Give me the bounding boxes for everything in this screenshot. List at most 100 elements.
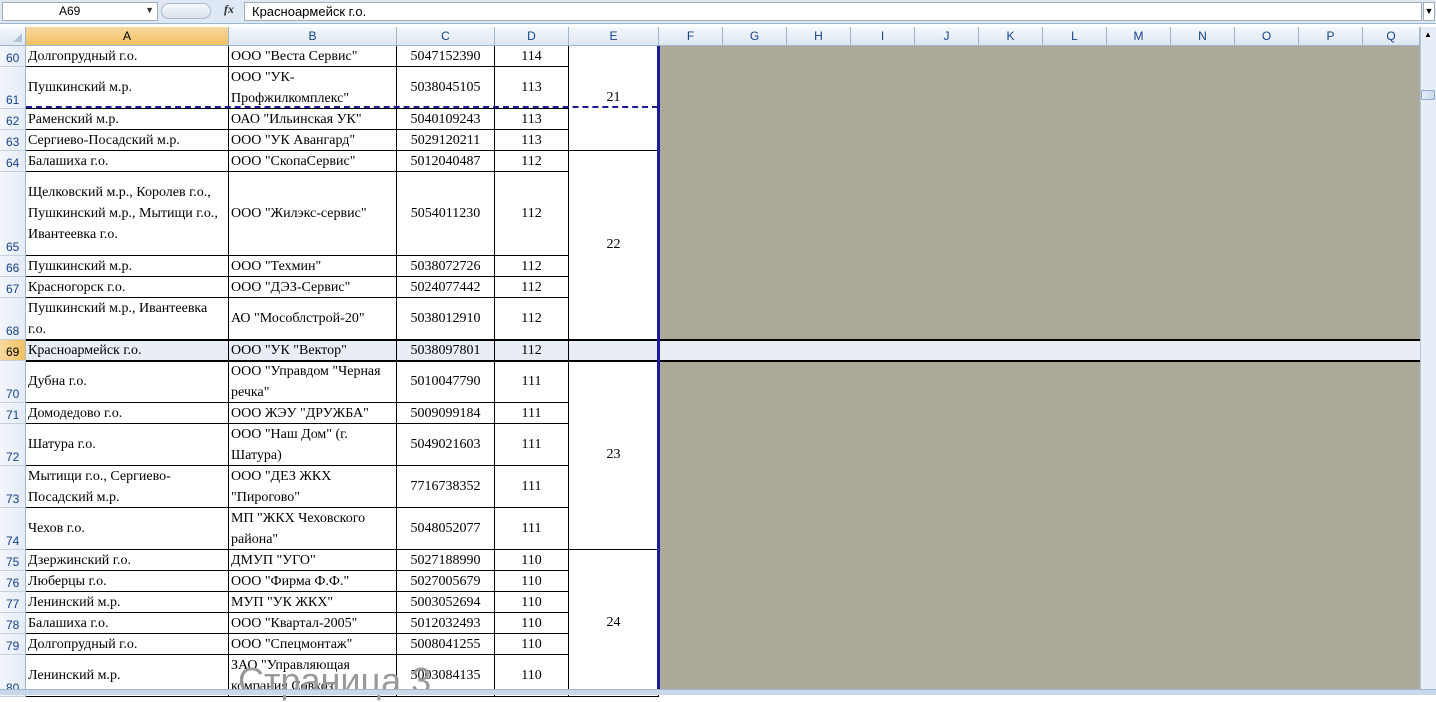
cell-d63[interactable]: 113 [495,130,569,151]
column-header-i[interactable]: I [851,27,915,46]
vertical-scrollbar[interactable] [1420,27,1436,689]
row-header-72[interactable]: 72 [0,424,26,466]
cell-d69[interactable]: 112 [495,340,569,361]
cell-c69[interactable]: 5038097801 [397,340,495,361]
cell-a75[interactable]: Дзержинский г.о. [26,550,229,571]
cell-c61[interactable]: 5038045105 [397,67,495,109]
cell-c68[interactable]: 5038012910 [397,298,495,340]
cell-b65[interactable]: ООО "Жилэкс-сервис" [229,172,397,256]
column-header-d[interactable]: D [495,27,569,46]
row-header-65[interactable]: 65 [0,172,26,256]
cell-a72[interactable]: Шатура г.о. [26,424,229,466]
column-header-q[interactable]: Q [1363,27,1420,46]
cell-b62[interactable]: ОАО "Ильинская УК" [229,109,397,130]
cell-c62[interactable]: 5040109243 [397,109,495,130]
row-header-78[interactable]: 78 [0,613,26,634]
cell-d66[interactable]: 112 [495,256,569,277]
cell-b68[interactable]: АО "Мособлстрой-20" [229,298,397,340]
cell-b71[interactable]: ООО ЖЭУ "ДРУЖБА" [229,403,397,424]
row-header-61[interactable]: 61 [0,67,26,109]
cell-d72[interactable]: 111 [495,424,569,466]
cell-c65[interactable]: 5054011230 [397,172,495,256]
cell-d71[interactable]: 111 [495,403,569,424]
row-header-79[interactable]: 79 [0,634,26,655]
cell-c79[interactable]: 5008041255 [397,634,495,655]
cell-a64[interactable]: Балашиха г.о. [26,151,229,172]
cell-b64[interactable]: ООО "СкопаСервис" [229,151,397,172]
cell-d61[interactable]: 113 [495,67,569,109]
cell-a77[interactable]: Ленинский м.р. [26,592,229,613]
cell-c63[interactable]: 5029120211 [397,130,495,151]
row-header-69[interactable]: 69 [0,340,26,361]
cell-c64[interactable]: 5012040487 [397,151,495,172]
cell-a60[interactable]: Долгопрудный г.о. [26,46,229,67]
cell-d77[interactable]: 110 [495,592,569,613]
cell-c72[interactable]: 5049021603 [397,424,495,466]
cell-b75[interactable]: ДМУП "УГО" [229,550,397,571]
cell-d64[interactable]: 112 [495,151,569,172]
row-header-73[interactable]: 73 [0,466,26,508]
column-header-l[interactable]: L [1043,27,1107,46]
cell-b78[interactable]: ООО "Квартал-2005" [229,613,397,634]
cell-b73[interactable]: ООО "ДЕЗ ЖКХ "Пирогово" [229,466,397,508]
cell-c75[interactable]: 5027188990 [397,550,495,571]
column-header-c[interactable]: C [397,27,495,46]
cell-b70[interactable]: ООО "Управдом "Черная речка" [229,361,397,403]
column-header-g[interactable]: G [723,27,787,46]
cell-d75[interactable]: 110 [495,550,569,571]
merged-cell-e-2[interactable]: 22 [569,151,659,340]
name-box[interactable]: A69 ▼ [2,2,158,21]
cell-d73[interactable]: 111 [495,466,569,508]
cell-d60[interactable]: 114 [495,46,569,67]
cell-a78[interactable]: Балашиха г.о. [26,613,229,634]
cell-b69[interactable]: ООО "УК "Вектор" [229,340,397,361]
cell-d62[interactable]: 113 [495,109,569,130]
column-header-p[interactable]: P [1299,27,1363,46]
cell-b77[interactable]: МУП "УК ЖКХ" [229,592,397,613]
cell-b67[interactable]: ООО "ДЭЗ-Сервис" [229,277,397,298]
merged-cell-e-3[interactable]: 23 [569,361,659,550]
cell-b76[interactable]: ООО "Фирма Ф.Ф." [229,571,397,592]
row-header-76[interactable]: 76 [0,571,26,592]
row-header-60[interactable]: 60 [0,46,26,67]
cell-b72[interactable]: ООО "Наш Дом" (г. Шатура) [229,424,397,466]
cell-b61[interactable]: ООО "УК-Профжилкомплекс" [229,67,397,109]
formula-input[interactable]: Красноармейск г.о. [244,2,1422,21]
column-header-f[interactable]: F [659,27,723,46]
column-header-e[interactable]: E [569,27,659,46]
column-header-a[interactable]: A [26,27,229,46]
cell-d78[interactable]: 110 [495,613,569,634]
function-icon[interactable]: fx [224,2,234,17]
row-header-74[interactable]: 74 [0,508,26,550]
cell-c77[interactable]: 5003052694 [397,592,495,613]
cell-d76[interactable]: 110 [495,571,569,592]
cell-a76[interactable]: Люберцы г.о. [26,571,229,592]
cell-d65[interactable]: 112 [495,172,569,256]
cell-c78[interactable]: 5012032493 [397,613,495,634]
vertical-scroll-thumb[interactable] [1421,90,1435,100]
cell-b79[interactable]: ООО "Спецмонтаж" [229,634,397,655]
cell-c60[interactable]: 5047152390 [397,46,495,67]
cell-c73[interactable]: 7716738352 [397,466,495,508]
cell-a79[interactable]: Долгопрудный г.о. [26,634,229,655]
cell-c76[interactable]: 5027005679 [397,571,495,592]
merged-cell-e-1[interactable]: 21 [569,46,659,151]
cell-a68[interactable]: Пушкинский м.р., Ивантеевка г.о. [26,298,229,340]
cell-d74[interactable]: 111 [495,508,569,550]
row-header-67[interactable]: 67 [0,277,26,298]
cell-b63[interactable]: ООО "УК Авангард" [229,130,397,151]
row-header-63[interactable]: 63 [0,130,26,151]
cell-a67[interactable]: Красногорск г.о. [26,277,229,298]
cell-d70[interactable]: 111 [495,361,569,403]
formula-options-button[interactable] [161,3,211,19]
row-header-70[interactable]: 70 [0,361,26,403]
cell-d79[interactable]: 110 [495,634,569,655]
column-header-m[interactable]: M [1107,27,1171,46]
cell-d68[interactable]: 112 [495,298,569,340]
select-all-corner[interactable] [0,27,26,46]
cell-a74[interactable]: Чехов г.о. [26,508,229,550]
row-header-77[interactable]: 77 [0,592,26,613]
cell-d67[interactable]: 112 [495,277,569,298]
column-header-h[interactable]: H [787,27,851,46]
cell-c66[interactable]: 5038072726 [397,256,495,277]
